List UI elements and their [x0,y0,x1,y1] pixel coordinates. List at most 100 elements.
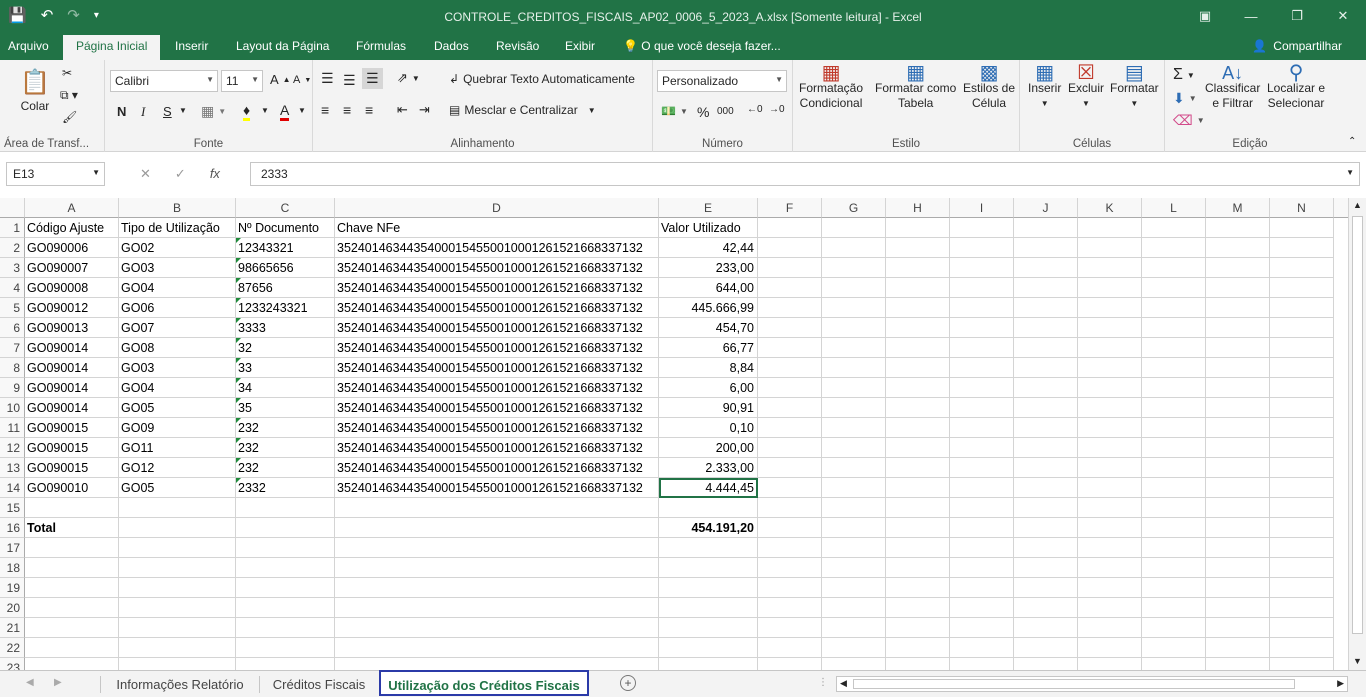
row-header[interactable]: 7 [0,338,25,358]
align-center-icon[interactable]: ≡ [343,102,351,118]
table-cell[interactable]: GO090007 [25,258,119,278]
table-cell[interactable] [1270,498,1334,518]
table-cell[interactable] [1270,478,1334,498]
table-cell[interactable] [886,438,950,458]
scroll-right-icon[interactable]: ▶ [1337,678,1344,689]
table-cell[interactable]: GO12 [119,458,236,478]
table-cell[interactable] [236,498,335,518]
table-cell[interactable] [1270,418,1334,438]
row-header[interactable]: 4 [0,278,25,298]
table-cell[interactable]: 644,00 [659,278,758,298]
table-cell[interactable] [758,418,822,438]
table-cell[interactable] [1270,638,1334,658]
table-cell[interactable] [1142,478,1206,498]
table-cell[interactable]: 2332 [236,478,335,498]
table-cell[interactable]: 200,00 [659,438,758,458]
table-cell[interactable] [950,298,1014,318]
table-cell[interactable] [950,598,1014,618]
tab-revisao[interactable]: Revisão [496,39,539,53]
find-select-button[interactable]: ⚲ Localizar e Selecionar [1267,63,1325,111]
table-cell[interactable] [1078,238,1142,258]
column-header[interactable]: E [659,198,758,218]
orientation-icon[interactable]: ⇗ ▼ [397,70,420,86]
table-cell[interactable] [1078,358,1142,378]
formula-input[interactable]: 2333 ▼ [250,162,1360,186]
tell-me-search[interactable]: 💡 O que você deseja fazer... [623,39,781,53]
delete-cells-button[interactable]: ☒ Excluir ▼ [1068,63,1104,111]
sheet-tab-informacoes[interactable]: Informações Relatório [102,671,258,697]
table-cell[interactable]: 3524014634435400015455001000126152166833… [335,418,659,438]
table-cell[interactable] [822,278,886,298]
column-header[interactable]: L [1142,198,1206,218]
tab-pagina-inicial[interactable]: Página Inicial [63,35,161,60]
table-cell[interactable] [822,418,886,438]
table-cell[interactable] [1206,398,1270,418]
table-cell[interactable] [950,218,1014,238]
table-cell[interactable] [758,478,822,498]
table-cell[interactable] [950,378,1014,398]
table-cell[interactable]: GO090006 [25,238,119,258]
table-cell[interactable]: GO090008 [25,278,119,298]
align-left-icon[interactable]: ≡ [321,102,329,118]
table-cell[interactable] [822,258,886,278]
underline-button[interactable]: S [163,104,172,119]
table-cell[interactable]: GO090013 [25,318,119,338]
table-cell[interactable]: 232 [236,438,335,458]
table-cell[interactable] [1078,418,1142,438]
table-cell[interactable]: 87656 [236,278,335,298]
table-cell[interactable] [1078,218,1142,238]
column-header[interactable]: B [119,198,236,218]
table-cell[interactable] [758,218,822,238]
accounting-format-icon[interactable]: 💵 ▼ [661,104,688,118]
scroll-up-icon[interactable]: ▲ [1353,200,1362,210]
table-cell[interactable] [758,238,822,258]
table-cell[interactable] [236,638,335,658]
wrap-text-button[interactable]: ↲ Quebrar Texto Automaticamente [449,72,635,86]
table-cell[interactable] [758,398,822,418]
table-cell[interactable] [1014,538,1078,558]
table-cell[interactable] [886,538,950,558]
table-cell[interactable] [1206,218,1270,238]
table-cell[interactable] [950,418,1014,438]
table-cell[interactable] [335,638,659,658]
table-cell[interactable] [950,538,1014,558]
table-cell[interactable] [659,578,758,598]
table-cell[interactable]: GO03 [119,358,236,378]
format-painter-icon[interactable]: 🖌 [62,110,77,124]
name-box[interactable]: E13 ▼ [6,162,105,186]
column-header[interactable]: M [1206,198,1270,218]
table-cell[interactable] [1078,338,1142,358]
table-cell[interactable] [886,458,950,478]
table-cell[interactable] [25,538,119,558]
table-cell[interactable] [659,618,758,638]
table-cell[interactable]: 3524014634435400015455001000126152166833… [335,338,659,358]
table-cell[interactable]: 445.666,99 [659,298,758,318]
table-cell[interactable] [950,478,1014,498]
table-cell[interactable]: GO090014 [25,338,119,358]
table-cell[interactable] [1078,518,1142,538]
column-header[interactable]: I [950,198,1014,218]
table-cell[interactable]: GO05 [119,398,236,418]
row-header[interactable]: 3 [0,258,25,278]
align-right-icon[interactable]: ≡ [365,102,373,118]
row-header[interactable]: 17 [0,538,25,558]
table-cell[interactable] [1142,458,1206,478]
table-cell[interactable] [1206,258,1270,278]
table-cell[interactable]: 233,00 [659,258,758,278]
table-cell[interactable]: 33 [236,358,335,378]
table-cell[interactable] [950,358,1014,378]
table-cell[interactable] [1078,478,1142,498]
table-cell[interactable] [1206,458,1270,478]
table-cell[interactable]: GO090015 [25,418,119,438]
table-cell[interactable] [1270,398,1334,418]
scrollbar-thumb[interactable] [1352,216,1363,634]
row-header[interactable]: 14 [0,478,25,498]
row-header[interactable]: 20 [0,598,25,618]
table-cell[interactable] [1014,378,1078,398]
maximize-icon[interactable]: ❐ [1274,0,1320,32]
row-header[interactable]: 18 [0,558,25,578]
table-cell[interactable] [1014,278,1078,298]
table-cell[interactable] [659,638,758,658]
table-cell[interactable] [1014,458,1078,478]
table-cell[interactable] [822,338,886,358]
